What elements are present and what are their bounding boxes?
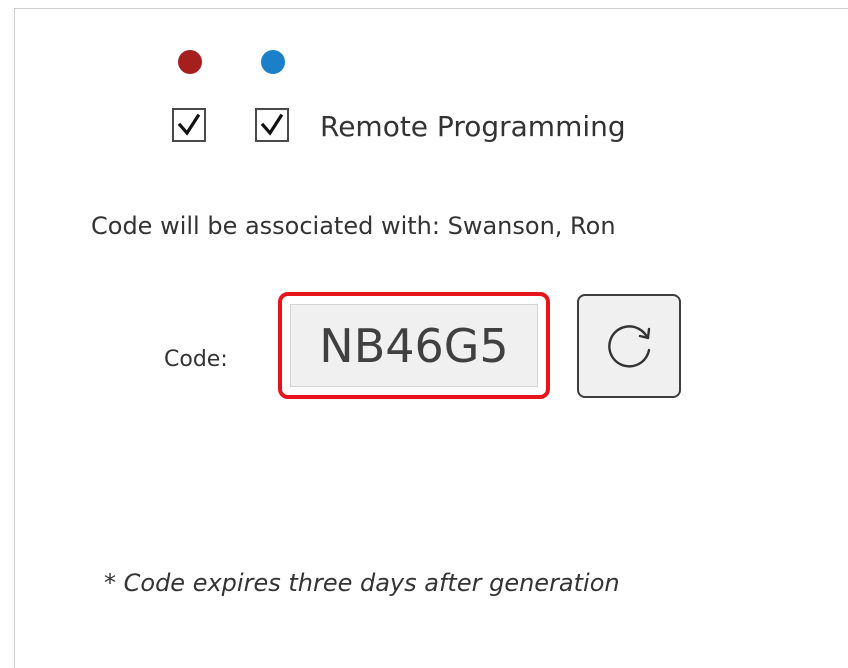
code-highlight-box: NB46G5 [278,292,550,399]
remote-programming-label: Remote Programming [320,110,626,143]
checkmark-icon [177,113,201,136]
checkmark-icon [260,113,284,136]
code-label: Code: [164,347,228,372]
refresh-code-button[interactable] [577,294,681,398]
association-text: Code will be associated with: Swanson, R… [91,212,616,240]
red-indicator-dot [178,50,202,74]
red-checkbox[interactable] [172,108,206,142]
blue-indicator-dot [261,50,285,74]
expiration-note: * Code expires three days after generati… [104,569,620,597]
blue-checkbox[interactable] [255,108,289,142]
refresh-icon [608,325,651,368]
remote-programming-panel: Remote Programming Code will be associat… [14,8,848,668]
code-value-field: NB46G5 [290,304,538,387]
